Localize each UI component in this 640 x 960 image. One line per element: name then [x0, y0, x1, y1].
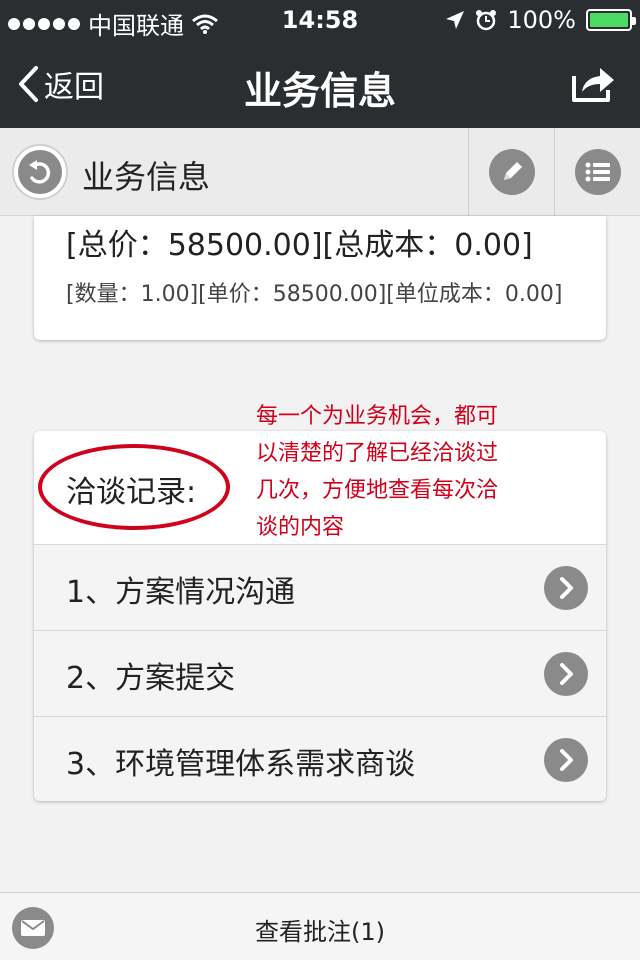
section-actions: [468, 128, 640, 216]
status-right: 100%: [445, 6, 636, 34]
price-card: [总价：58500.00][总成本：0.00] [数量：1.00][单价：585…: [34, 216, 606, 340]
price-total: [总价：58500.00][总成本：0.00]: [66, 228, 533, 263]
alarm-icon: [476, 10, 497, 31]
list-item[interactable]: 3、环境管理体系需求商谈: [34, 717, 606, 801]
annotation-line: 几次，方便地查看每次洽: [256, 478, 499, 503]
section-title: 业务信息: [82, 158, 211, 196]
chevron-right-icon: [544, 566, 588, 610]
status-bar: 中国联通 14:58 100%: [0, 0, 640, 40]
undo-icon: [29, 160, 51, 184]
section-header: 业务信息: [0, 128, 640, 216]
view-comments-link[interactable]: 查看批注(1): [0, 912, 640, 947]
share-icon[interactable]: [570, 62, 616, 104]
list-item[interactable]: 1、方案情况沟通: [34, 545, 606, 631]
price-detail: [数量：1.00][单价：58500.00][单位成本：0.00]: [66, 282, 563, 307]
location-arrow-icon: [446, 11, 465, 29]
chevron-right-icon: [544, 738, 588, 782]
list-item-label: 3、环境管理体系需求商谈: [66, 747, 416, 782]
battery-percent: 100%: [507, 6, 576, 34]
annotation-text: 每一个为业务机会，都可 以清楚的了解已经洽谈过 几次，方便地查看每次洽 谈的内容: [256, 398, 586, 546]
annotation-line: 谈的内容: [256, 515, 345, 540]
list-item-label: 2、方案提交: [66, 661, 236, 696]
list-item-label: 1、方案情况沟通: [66, 575, 296, 610]
page-title: 业务信息: [243, 69, 396, 113]
annotation-ellipse: [38, 444, 230, 530]
pencil-icon: [503, 162, 522, 180]
list-icon: [585, 162, 610, 182]
chevron-right-icon: [544, 652, 588, 696]
edit-button[interactable]: [468, 128, 554, 216]
bottom-bar[interactable]: 查看批注(1): [0, 892, 640, 960]
battery-icon: [586, 9, 636, 31]
annotation-line: 以清楚的了解已经洽谈过: [256, 441, 499, 466]
nav-bar: 返回 业务信息: [0, 40, 640, 128]
return-button[interactable]: [12, 144, 68, 200]
annotation-line: 每一个为业务机会，都可: [256, 404, 499, 429]
list-item[interactable]: 2、方案提交: [34, 631, 606, 717]
menu-button[interactable]: [554, 128, 640, 216]
